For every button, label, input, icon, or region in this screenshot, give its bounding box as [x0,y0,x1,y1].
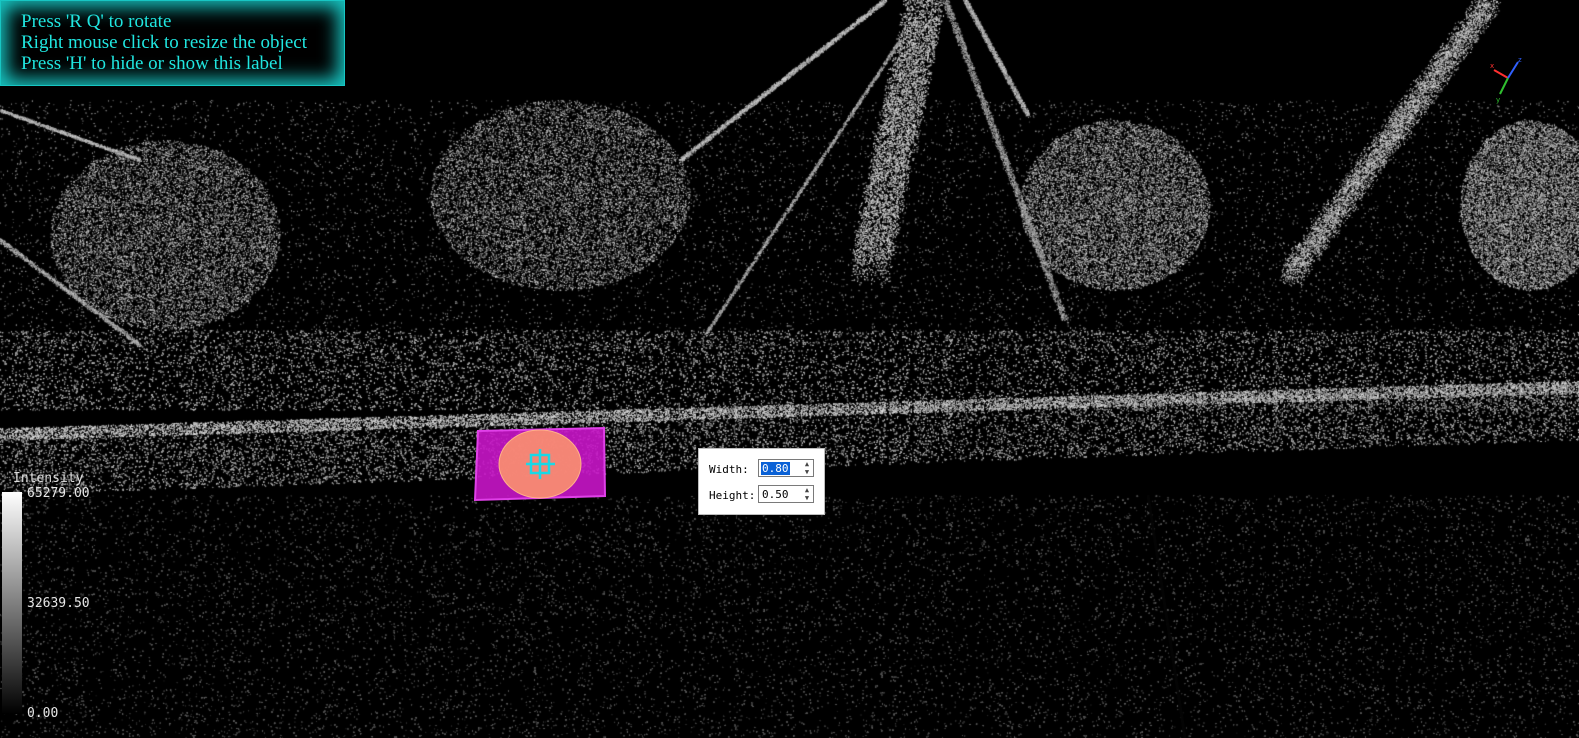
help-line-hide: Press 'H' to hide or show this label [21,53,283,74]
height-down-icon[interactable]: ▼ [802,494,812,502]
colorbar-title: Intensity [13,471,84,486]
help-label: Press 'R Q' to rotate Right mouse click … [0,0,345,86]
width-label: Width: [709,463,749,476]
svg-text:x: x [1490,62,1494,70]
help-line-rotate: Press 'R Q' to rotate [21,11,172,32]
height-label: Height: [709,489,756,502]
height-up-icon[interactable]: ▲ [802,486,812,494]
height-value[interactable]: 0.50 [761,488,790,501]
svg-text:z: z [1518,56,1522,64]
help-line-resize: Right mouse click to resize the object [21,32,307,53]
colorbar-mid-label: 32639.50 [27,596,90,611]
width-up-icon[interactable]: ▲ [802,460,812,468]
colorbar-min-label: 0.00 [27,706,59,721]
intensity-colorbar [2,492,22,714]
colorbar-max-label: 65279.00 [27,486,90,501]
xyz-axes-icon: x y z [1490,56,1522,104]
resize-dialog: Width: 0.80 ▲ ▼ Height: 0.50 ▲ ▼ [698,448,825,515]
width-value[interactable]: 0.80 [761,462,790,475]
width-down-icon[interactable]: ▼ [802,468,812,476]
svg-text:y: y [1496,96,1500,104]
width-spinbox[interactable]: 0.80 ▲ ▼ [758,459,814,477]
point-cloud-viewport[interactable]: Press 'R Q' to rotate Right mouse click … [0,0,1579,738]
selection-overlay [473,426,607,502]
width-spin-arrows[interactable]: ▲ ▼ [802,460,812,476]
height-spinbox[interactable]: 0.50 ▲ ▼ [758,485,814,503]
height-spin-arrows[interactable]: ▲ ▼ [802,486,812,502]
